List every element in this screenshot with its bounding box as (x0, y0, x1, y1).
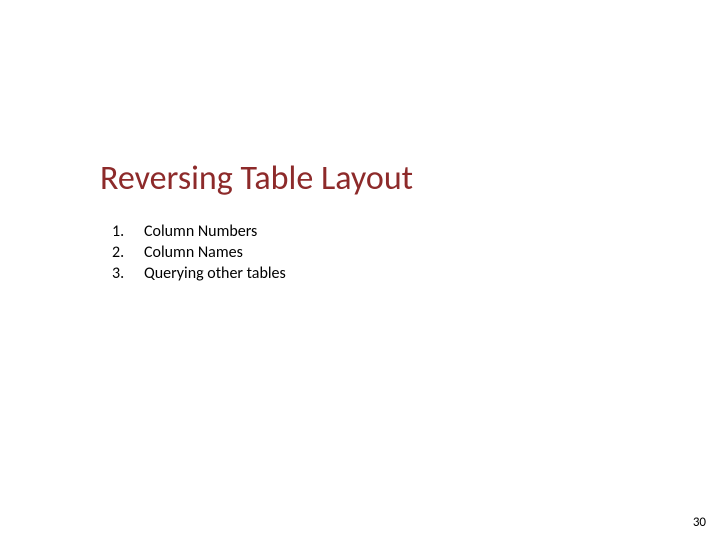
page-number: 30 (693, 515, 706, 530)
list-item-text: Column Names (144, 243, 243, 262)
list-item-number: 3. (112, 264, 144, 283)
list-item-text: Column Numbers (144, 222, 257, 241)
slide-title: Reversing Table Layout (100, 158, 413, 199)
list-item-text: Querying other tables (144, 264, 286, 283)
slide: Reversing Table Layout 1. Column Numbers… (0, 0, 720, 540)
list-item-number: 1. (112, 222, 144, 241)
list-item-number: 2. (112, 243, 144, 262)
list-item: 2. Column Names (112, 243, 286, 262)
numbered-list: 1. Column Numbers 2. Column Names 3. Que… (112, 222, 286, 285)
list-item: 3. Querying other tables (112, 264, 286, 283)
list-item: 1. Column Numbers (112, 222, 286, 241)
